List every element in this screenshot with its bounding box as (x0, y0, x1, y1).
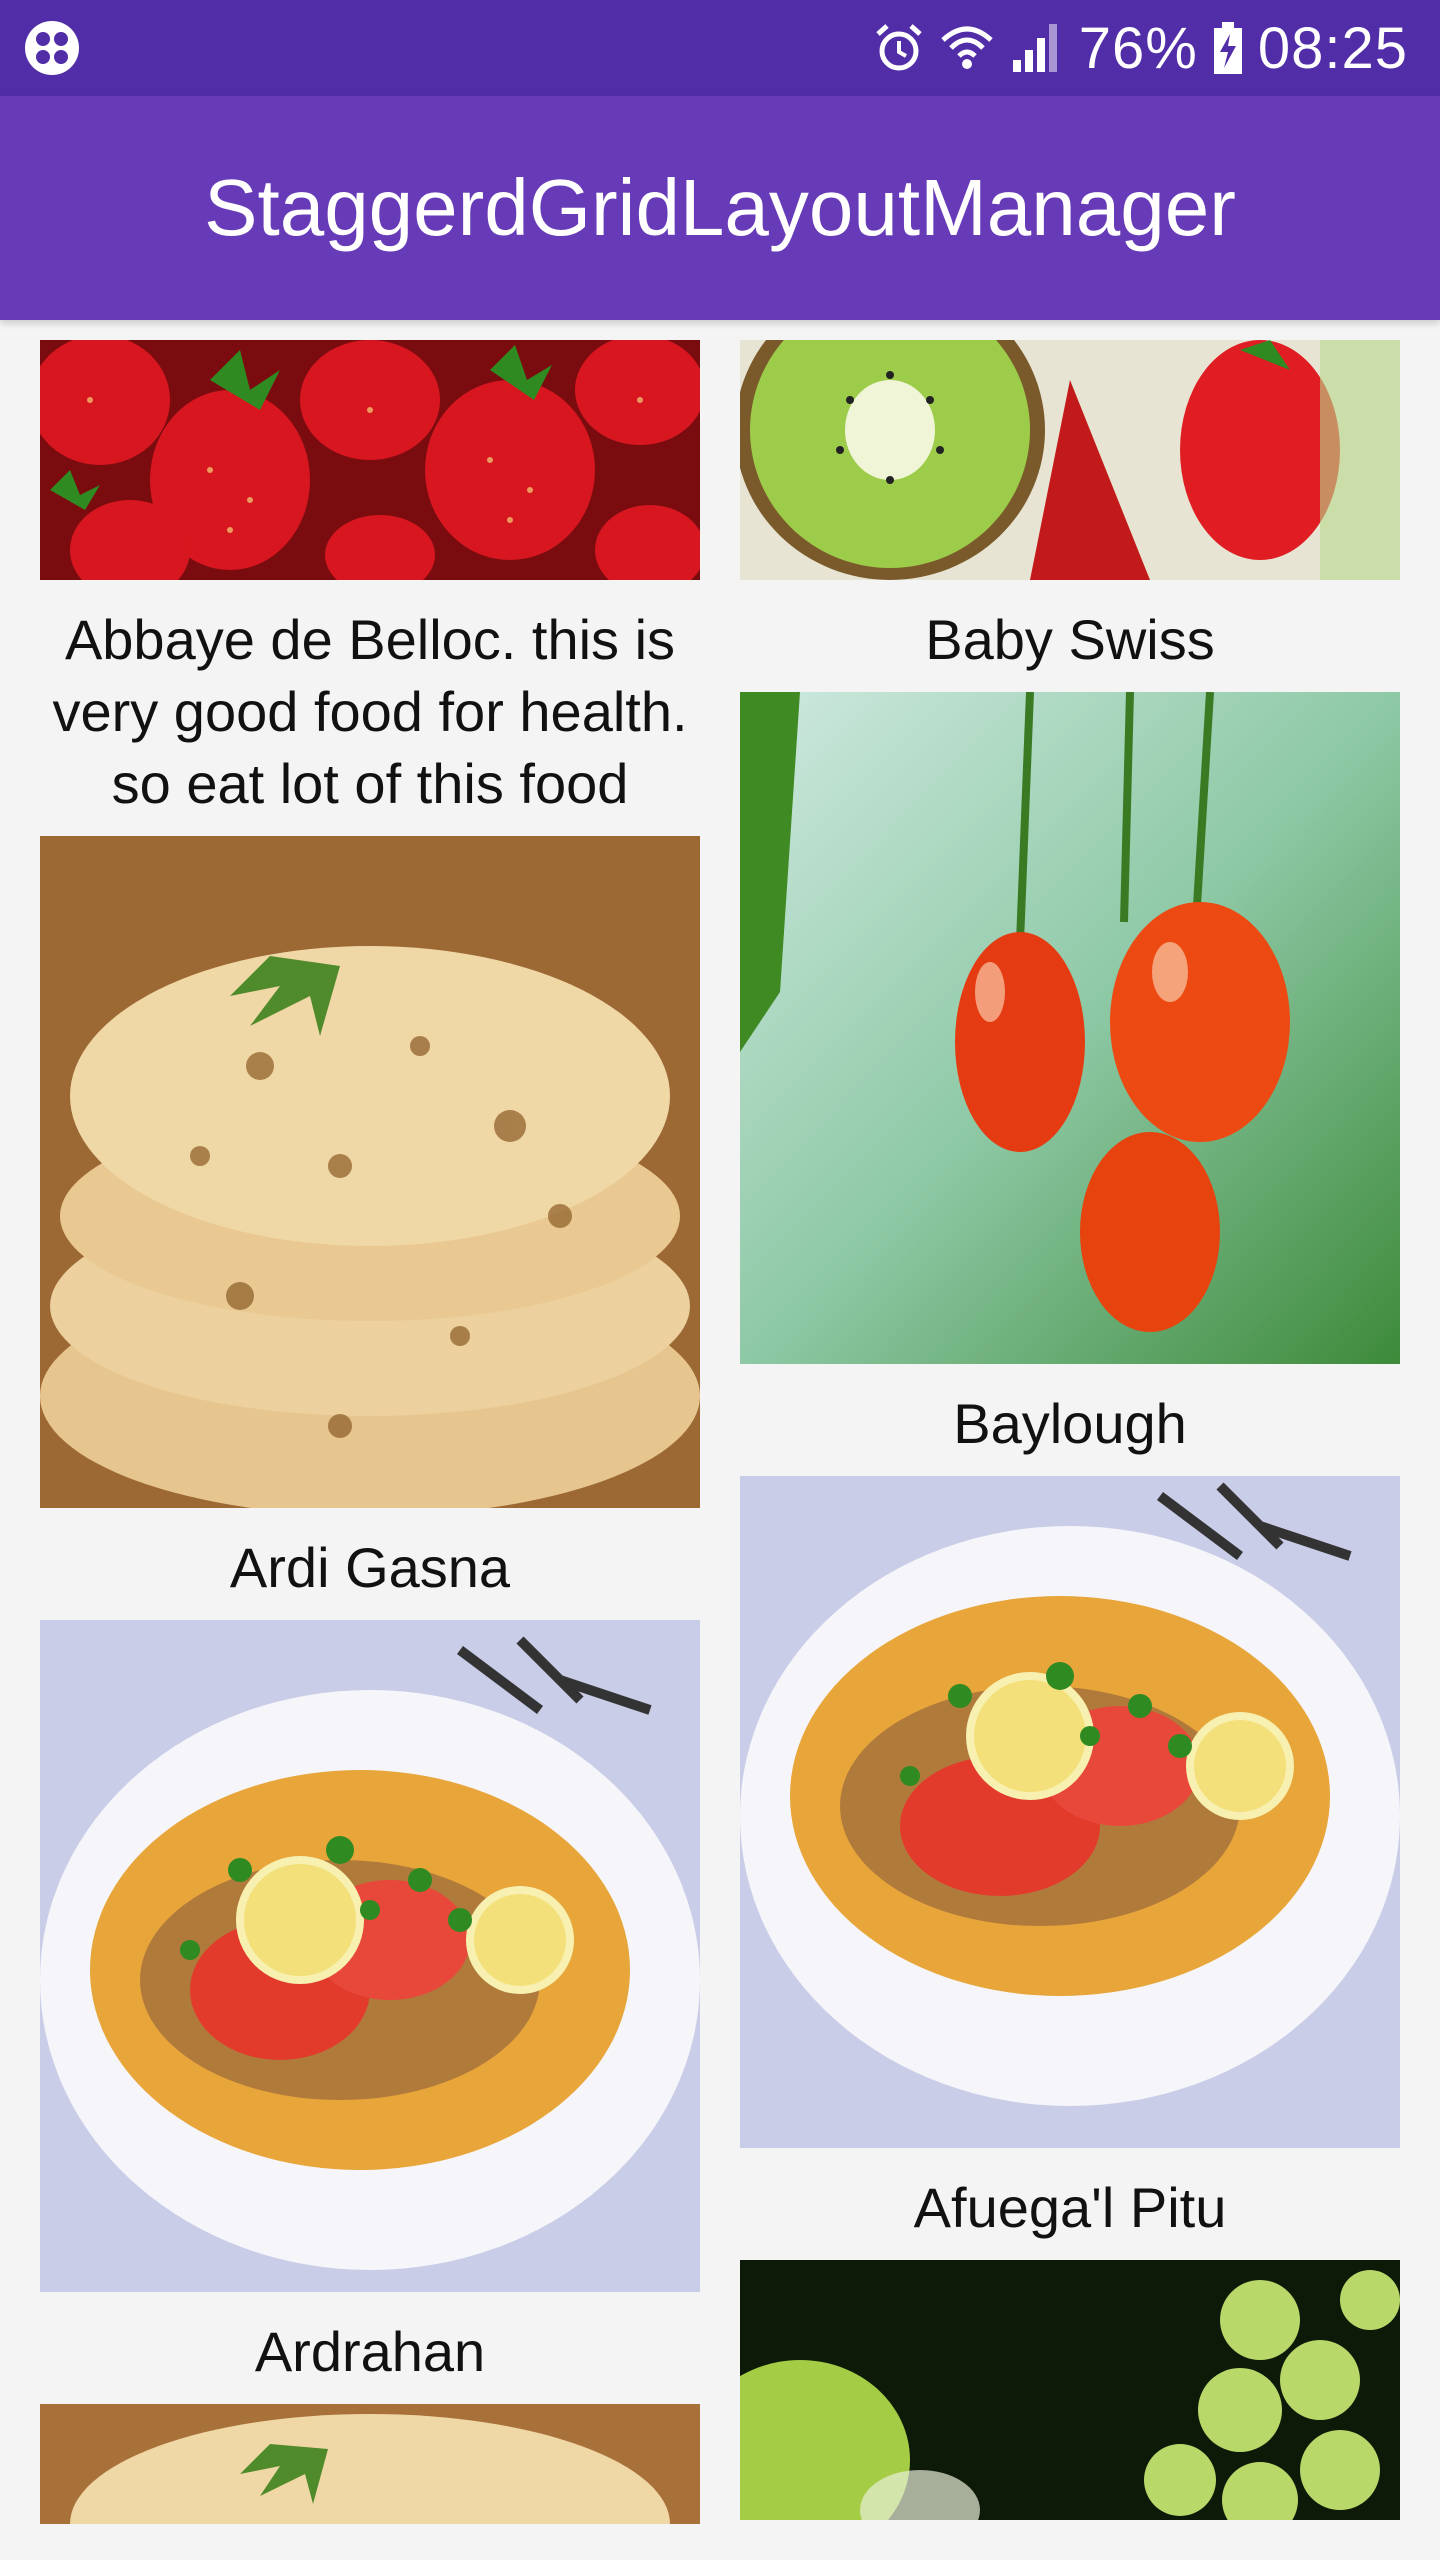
wifi-icon (941, 26, 993, 69)
app-icon (25, 21, 79, 75)
battery-percent: 76% (1078, 15, 1198, 81)
grid-column-left: Abbaye de Belloc. this is very good food… (20, 340, 720, 2524)
grid-column-right: Baby Swiss Baylough Afuega'l Pitu (720, 340, 1420, 2520)
status-bar: 76% 08:25 (0, 0, 1440, 96)
naan-bread-image (40, 2404, 700, 2524)
card-caption: Ardrahan (254, 2320, 486, 2383)
grid-card[interactable]: Ardrahan (20, 1620, 720, 2404)
strawberries-image (40, 340, 700, 580)
alarm-icon (876, 24, 922, 71)
card-caption: Abbaye de Belloc. this is very good food… (52, 608, 688, 815)
grid-card[interactable]: Baylough (720, 692, 1420, 1476)
signal-icon (1012, 24, 1057, 72)
battery-charging-icon (1213, 22, 1242, 74)
grid-card[interactable]: Ardi Gasna (20, 836, 720, 1620)
clock: 08:25 (1257, 15, 1408, 81)
card-caption: Baby Swiss (925, 608, 1215, 671)
cherries-image (740, 692, 1400, 1364)
naan-bread-image (40, 836, 700, 1508)
grid-card[interactable]: Baby Swiss (720, 340, 1420, 692)
app-bar: StaggerdGridLayoutManager (0, 96, 1440, 320)
grid-card[interactable] (720, 2260, 1420, 2520)
staggered-grid[interactable]: Abbaye de Belloc. this is very good food… (0, 320, 1440, 2560)
fish-dish-image (40, 1620, 700, 2292)
grid-card[interactable] (20, 2404, 720, 2524)
app-title: StaggerdGridLayoutManager (204, 163, 1236, 252)
fish-dish-image (740, 1476, 1400, 2148)
card-caption: Afuega'l Pitu (913, 2176, 1227, 2239)
grid-card[interactable]: Afuega'l Pitu (720, 1476, 1420, 2260)
card-caption: Ardi Gasna (229, 1536, 511, 1599)
grapes-image (740, 2260, 1400, 2520)
grid-card[interactable]: Abbaye de Belloc. this is very good food… (20, 340, 720, 836)
kiwi-strawberry-image (740, 340, 1400, 580)
card-caption: Baylough (953, 1392, 1187, 1455)
